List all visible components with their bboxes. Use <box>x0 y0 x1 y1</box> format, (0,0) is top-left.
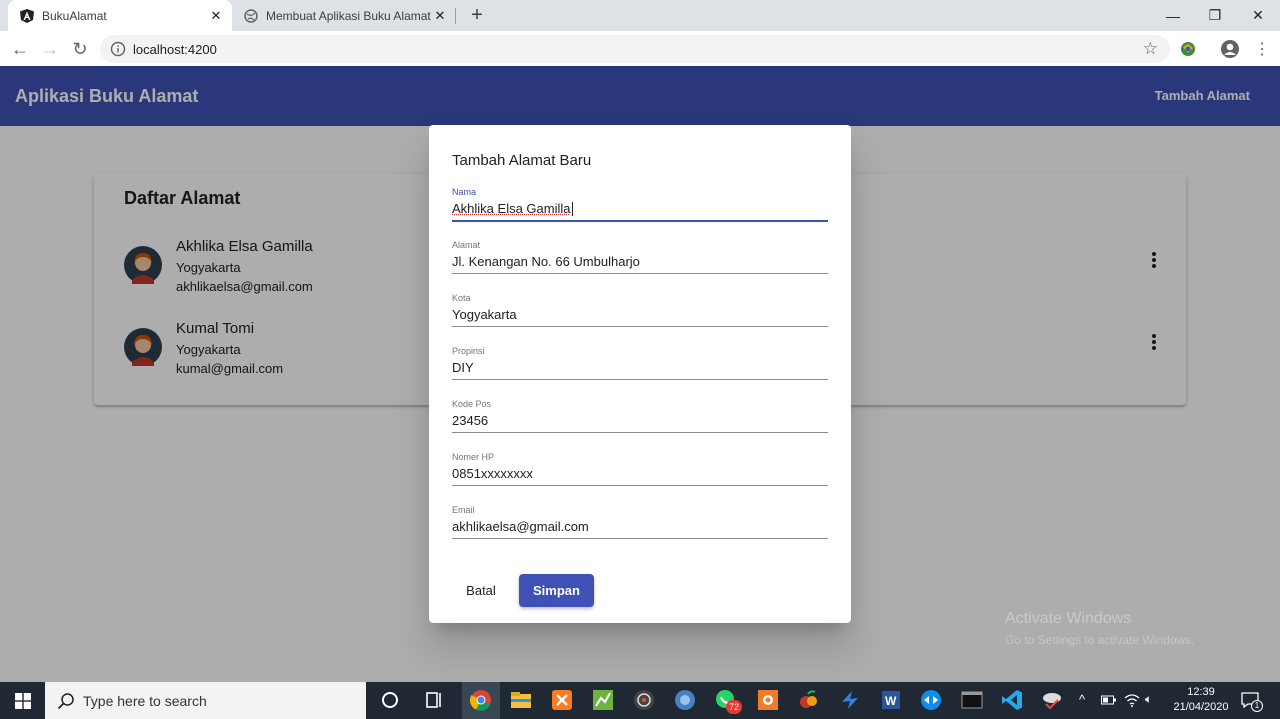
tab-label: BukuAlamat <box>42 8 107 23</box>
field-label: Nama <box>452 187 477 197</box>
field-underline <box>452 379 828 380</box>
app-blue-circle-icon[interactable] <box>673 688 697 712</box>
field-underline <box>452 432 828 433</box>
tab-label: Membuat Aplikasi Buku Alamat M <box>266 8 432 23</box>
text-caret <box>572 202 573 216</box>
address-field[interactable]: Alamat Jl. Kenangan No. 66 Umbulharjo <box>452 240 828 284</box>
task-view-icon[interactable] <box>422 688 446 712</box>
activate-windows-title: Activate Windows <box>1005 610 1132 627</box>
angular-favicon-icon <box>20 8 34 23</box>
notification-count-badge: 1 <box>1251 700 1263 712</box>
menu-kebab-icon[interactable]: ⋮ <box>1250 37 1274 61</box>
close-tab-icon[interactable]: ✕ <box>208 8 224 24</box>
terminal-icon[interactable] <box>960 688 984 712</box>
add-address-dialog: Tambah Alamat Baru Nama Akhlika Elsa Gam… <box>429 125 851 623</box>
close-tab-icon[interactable]: ✕ <box>432 8 448 24</box>
reload-icon[interactable]: ↻ <box>68 37 92 61</box>
field-underline <box>452 538 828 539</box>
app-fruit-icon[interactable] <box>797 688 821 712</box>
field-label: Kode Pos <box>452 399 492 409</box>
province-field[interactable]: Propinsi DIY <box>452 346 828 390</box>
app-blue-arrow-icon[interactable] <box>838 688 862 712</box>
taskbar-clock[interactable]: 12:39 21/04/2020 <box>1168 685 1234 715</box>
name-field[interactable]: Nama Akhlika Elsa Gamilla <box>452 187 828 231</box>
media-player-icon[interactable] <box>632 688 656 712</box>
app-network-icon[interactable] <box>1040 688 1064 712</box>
app-orange-square-icon[interactable] <box>756 688 780 712</box>
xampp-icon[interactable] <box>550 688 574 712</box>
volume-icon[interactable]: 🔈︎ <box>1145 692 1152 707</box>
new-tab-icon[interactable]: + <box>467 4 487 26</box>
tab-membuat-aplikasi[interactable]: Membuat Aplikasi Buku Alamat M ✕ <box>234 0 456 31</box>
field-underline <box>452 326 828 327</box>
address-bar[interactable]: localhost:4200 ☆ <box>100 35 1170 63</box>
field-value: Yogyakarta <box>452 307 517 322</box>
field-underline <box>452 273 828 274</box>
url-text: localhost:4200 <box>133 42 217 57</box>
save-button[interactable]: Simpan <box>519 574 594 607</box>
vscode-icon[interactable] <box>1000 688 1024 712</box>
field-label: Alamat <box>452 240 481 250</box>
minimize-icon[interactable]: — <box>1151 0 1195 31</box>
city-field[interactable]: Kota Yogyakarta <box>452 293 828 337</box>
clock-date: 21/04/2020 <box>1173 701 1229 713</box>
clock-time: 12:39 <box>1187 686 1215 698</box>
svg-text:W: W <box>885 694 897 708</box>
phone-field[interactable]: Nomer HP 0851xxxxxxxx <box>452 452 828 496</box>
restore-icon[interactable]: ❐ <box>1193 0 1237 31</box>
field-value: akhlikaelsa@gmail.com <box>452 519 589 534</box>
field-value: Akhlika Elsa Gamilla <box>452 201 571 216</box>
field-value: 0851xxxxxxxx <box>452 466 533 481</box>
file-explorer-icon[interactable] <box>509 688 533 712</box>
forward-icon[interactable]: → <box>38 37 62 61</box>
bookmark-star-icon[interactable]: ☆ <box>1143 39 1158 59</box>
field-label: Propinsi <box>452 346 485 356</box>
taskbar-search-box[interactable]: Type here to search <box>45 682 366 719</box>
back-icon[interactable]: ← <box>8 37 32 61</box>
browser-tab-strip: BukuAlamat ✕ Membuat Aplikasi Buku Alama… <box>0 0 1280 31</box>
dialog-title: Tambah Alamat Baru <box>452 152 592 169</box>
notification-badge: 72 <box>726 700 742 714</box>
tab-bukualamat[interactable]: BukuAlamat ✕ <box>8 0 232 31</box>
browser-toolbar: ← → ↻ localhost:4200 ☆ ⋮ <box>0 31 1280 67</box>
cancel-button[interactable]: Batal <box>453 575 509 605</box>
field-value: Jl. Kenangan No. 66 Umbulharjo <box>452 254 640 269</box>
field-value: DIY <box>452 360 474 375</box>
windows-taskbar: Type here to search 72 W ^ 🔈︎ 12:39 21/0… <box>0 682 1280 719</box>
field-label: Email <box>452 505 475 515</box>
extension-icon[interactable] <box>1178 39 1198 59</box>
field-underline <box>452 485 828 486</box>
tab-separator <box>455 8 456 24</box>
postal-code-field[interactable]: Kode Pos 23456 <box>452 399 828 443</box>
start-button[interactable] <box>0 682 45 719</box>
search-icon <box>57 693 74 710</box>
activate-windows-hint: Go to Settings to activate Windows. <box>1005 633 1195 647</box>
field-value: 23456 <box>452 413 489 428</box>
email-field[interactable]: Email akhlikaelsa@gmail.com <box>452 505 828 549</box>
cortana-icon[interactable] <box>378 688 402 712</box>
profile-icon[interactable] <box>1220 39 1240 59</box>
close-window-icon[interactable]: ✕ <box>1236 0 1280 31</box>
info-icon[interactable] <box>110 41 126 57</box>
battery-icon[interactable] <box>1101 695 1117 705</box>
wifi-icon[interactable] <box>1124 693 1140 707</box>
spreadsheet-icon[interactable] <box>591 688 615 712</box>
windows-logo-icon <box>14 692 31 709</box>
field-underline <box>452 220 828 222</box>
field-label: Nomer HP <box>452 452 495 462</box>
field-label: Kota <box>452 293 471 303</box>
tray-chevron-icon[interactable]: ^ <box>1079 692 1085 707</box>
teamviewer-icon[interactable] <box>919 688 943 712</box>
globe-favicon-icon <box>244 8 258 23</box>
chrome-icon[interactable] <box>469 688 493 712</box>
search-placeholder: Type here to search <box>83 693 207 709</box>
word-icon[interactable]: W <box>879 688 903 712</box>
